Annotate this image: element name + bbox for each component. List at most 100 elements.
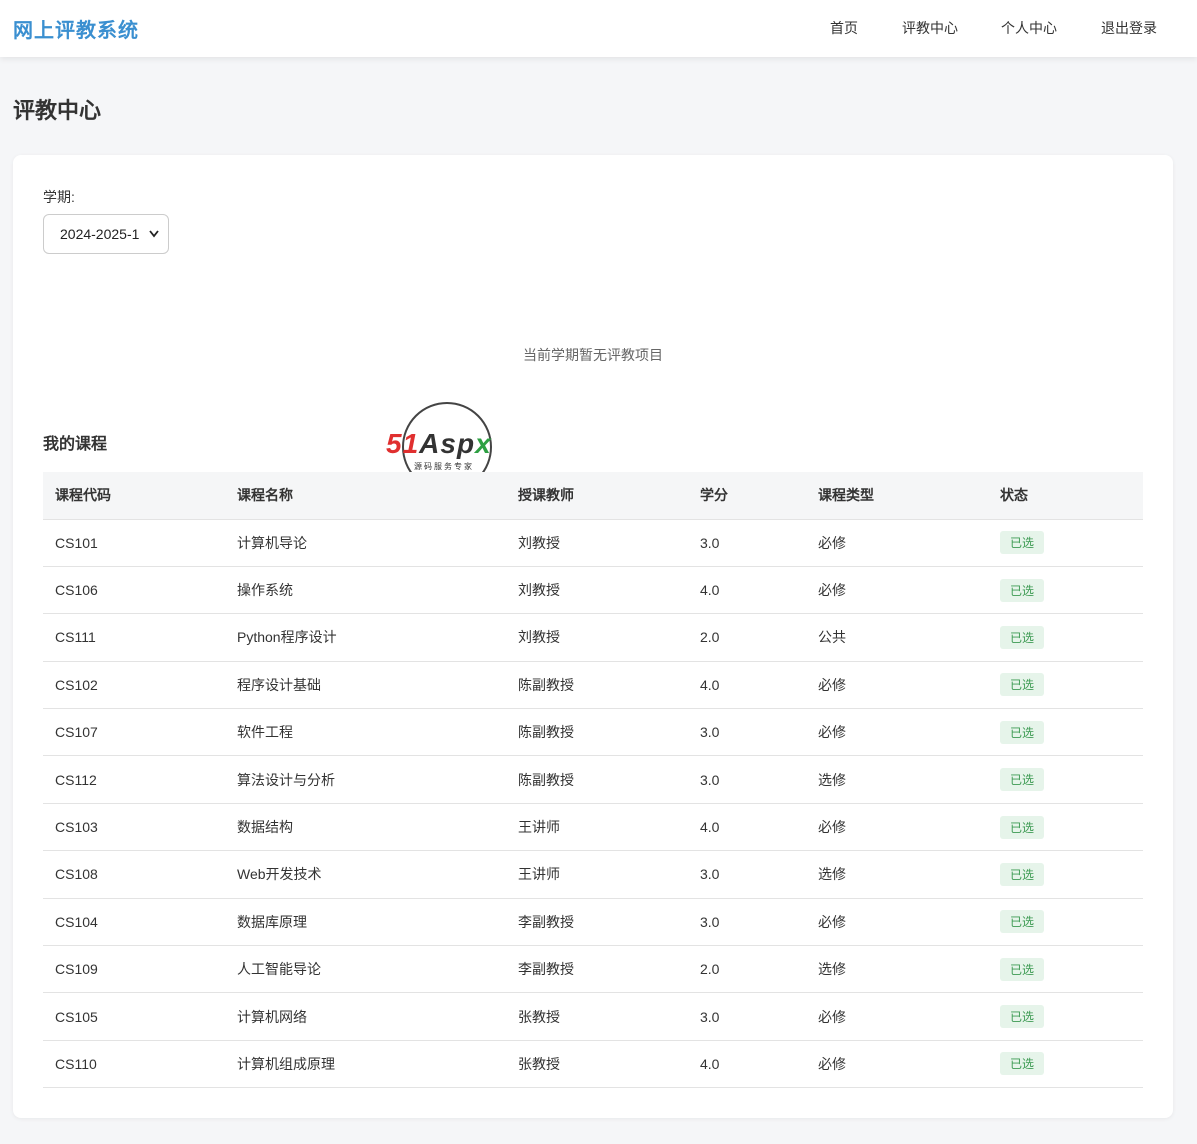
table-row: CS112 算法设计与分析 陈副教授 3.0 选修 已选 xyxy=(43,755,1143,804)
watermark-text: 51Aspx xyxy=(386,428,492,459)
cell-status: 已选 xyxy=(988,945,1143,994)
cell-status: 已选 xyxy=(988,708,1143,757)
status-badge: 已选 xyxy=(1000,815,1045,839)
cell-name: 数据结构 xyxy=(225,803,506,852)
status-badge: 已选 xyxy=(1000,578,1045,602)
cell-teacher: 李副教授 xyxy=(506,898,688,947)
cell-type: 选修 xyxy=(806,755,988,804)
table-row: CS104 数据库原理 李副教授 3.0 必修 已选 xyxy=(43,898,1143,947)
cell-teacher: 刘教授 xyxy=(506,519,688,567)
my-courses-title: 我的课程 xyxy=(43,436,108,453)
table-row: CS107 软件工程 陈副教授 3.0 必修 已选 xyxy=(43,708,1143,757)
term-select[interactable]: 2024-2025-1 xyxy=(43,214,169,254)
cell-name: Web开发技术 xyxy=(225,850,506,899)
cell-teacher: 陈副教授 xyxy=(506,755,688,804)
table-header-row: 课程代码 课程名称 授课教师 学分 课程类型 状态 xyxy=(43,472,1143,520)
cell-code: CS107 xyxy=(43,708,225,757)
cell-name: 数据库原理 xyxy=(225,898,506,947)
courses-table-body: CS101 计算机导论 刘教授 3.0 必修 已选 CS106 操作系统 刘教授 4.0 必修 已选 C… xyxy=(43,519,1143,1089)
cell-type: 选修 xyxy=(806,850,988,899)
cell-credit: 2.0 xyxy=(688,945,806,994)
nav-personal-center[interactable]: 个人中心 xyxy=(1001,18,1057,38)
column-header-credit: 学分 xyxy=(688,472,806,520)
cell-code: CS108 xyxy=(43,850,225,899)
table-row: CS103 数据结构 王讲师 4.0 必修 已选 xyxy=(43,803,1143,852)
cell-teacher: 张教授 xyxy=(506,1040,688,1089)
column-header-type: 课程类型 xyxy=(806,472,988,520)
cell-teacher: 李副教授 xyxy=(506,945,688,994)
cell-type: 必修 xyxy=(806,898,988,947)
cell-type: 必修 xyxy=(806,708,988,757)
cell-name: 算法设计与分析 xyxy=(225,755,506,804)
cell-name: 计算机导论 xyxy=(225,519,506,567)
status-badge: 已选 xyxy=(1000,1005,1045,1029)
table-row: CS101 计算机导论 刘教授 3.0 必修 已选 xyxy=(43,519,1143,567)
cell-code: CS111 xyxy=(43,613,225,662)
cell-status: 已选 xyxy=(988,755,1143,804)
cell-credit: 2.0 xyxy=(688,613,806,662)
cell-code: CS103 xyxy=(43,803,225,852)
nav-logout[interactable]: 退出登录 xyxy=(1101,18,1157,38)
nav-evaluation-center[interactable]: 评教中心 xyxy=(902,18,958,38)
cell-teacher: 王讲师 xyxy=(506,803,688,852)
status-badge: 已选 xyxy=(1000,957,1045,981)
cell-code: CS104 xyxy=(43,898,225,947)
cell-credit: 3.0 xyxy=(688,898,806,947)
cell-type: 必修 xyxy=(806,566,988,615)
term-label: 学期: xyxy=(43,189,75,205)
cell-name: 程序设计基础 xyxy=(225,661,506,710)
cell-code: CS109 xyxy=(43,945,225,994)
status-badge: 已选 xyxy=(1000,531,1045,555)
cell-teacher: 王讲师 xyxy=(506,850,688,899)
cell-credit: 3.0 xyxy=(688,708,806,757)
status-badge: 已选 xyxy=(1000,910,1045,934)
cell-status: 已选 xyxy=(988,566,1143,615)
column-header-teacher: 授课教师 xyxy=(506,472,688,520)
cell-status: 已选 xyxy=(988,850,1143,899)
cell-credit: 3.0 xyxy=(688,992,806,1041)
top-navbar: 网上评教系统 首页 评教中心 个人中心 退出登录 xyxy=(0,0,1197,57)
table-row: CS105 计算机网络 张教授 3.0 必修 已选 xyxy=(43,992,1143,1041)
cell-credit: 4.0 xyxy=(688,661,806,710)
courses-table: 课程代码 课程名称 授课教师 学分 课程类型 状态 CS101 计算机导论 刘教授 3… xyxy=(43,472,1143,1089)
cell-credit: 4.0 xyxy=(688,803,806,852)
empty-evaluation-message: 当前学期暂无评教项目 xyxy=(523,347,663,363)
table-row: CS102 程序设计基础 陈副教授 4.0 必修 已选 xyxy=(43,661,1143,710)
term-select-value: 2024-2025-1 xyxy=(60,226,140,242)
main-card: 学期: 2024-2025-1 当前学期暂无评教项目 我的课程 51Aspx 源… xyxy=(13,155,1173,1118)
cell-credit: 3.0 xyxy=(688,755,806,804)
cell-credit: 3.0 xyxy=(688,519,806,567)
cell-type: 必修 xyxy=(806,661,988,710)
cell-code: CS102 xyxy=(43,661,225,710)
table-row: CS109 人工智能导论 李副教授 2.0 选修 已选 xyxy=(43,945,1143,994)
cell-teacher: 陈副教授 xyxy=(506,708,688,757)
status-badge: 已选 xyxy=(1000,768,1045,792)
cell-name: Python程序设计 xyxy=(225,613,506,662)
status-badge: 已选 xyxy=(1000,720,1045,744)
cell-teacher: 陈副教授 xyxy=(506,661,688,710)
cell-name: 操作系统 xyxy=(225,566,506,615)
cell-type: 必修 xyxy=(806,992,988,1041)
cell-name: 人工智能导论 xyxy=(225,945,506,994)
cell-status: 已选 xyxy=(988,613,1143,662)
cell-type: 公共 xyxy=(806,613,988,662)
cell-status: 已选 xyxy=(988,1040,1143,1089)
cell-teacher: 刘教授 xyxy=(506,613,688,662)
cell-teacher: 张教授 xyxy=(506,992,688,1041)
status-badge: 已选 xyxy=(1000,673,1045,697)
cell-credit: 3.0 xyxy=(688,850,806,899)
cell-status: 已选 xyxy=(988,992,1143,1041)
cell-name: 软件工程 xyxy=(225,708,506,757)
chevron-down-icon xyxy=(149,215,159,270)
column-header-status: 状态 xyxy=(988,472,1143,520)
nav-home[interactable]: 首页 xyxy=(830,18,858,38)
status-badge: 已选 xyxy=(1000,625,1045,649)
table-row: CS108 Web开发技术 王讲师 3.0 选修 已选 xyxy=(43,850,1143,899)
table-row: CS111 Python程序设计 刘教授 2.0 公共 已选 xyxy=(43,613,1143,662)
brand-logo[interactable]: 网上评教系统 xyxy=(13,14,139,43)
watermark-subtitle: 源码服务专家 xyxy=(414,462,474,471)
cell-type: 选修 xyxy=(806,945,988,994)
cell-type: 必修 xyxy=(806,1040,988,1089)
cell-code: CS110 xyxy=(43,1040,225,1089)
table-row: CS106 操作系统 刘教授 4.0 必修 已选 xyxy=(43,566,1143,615)
